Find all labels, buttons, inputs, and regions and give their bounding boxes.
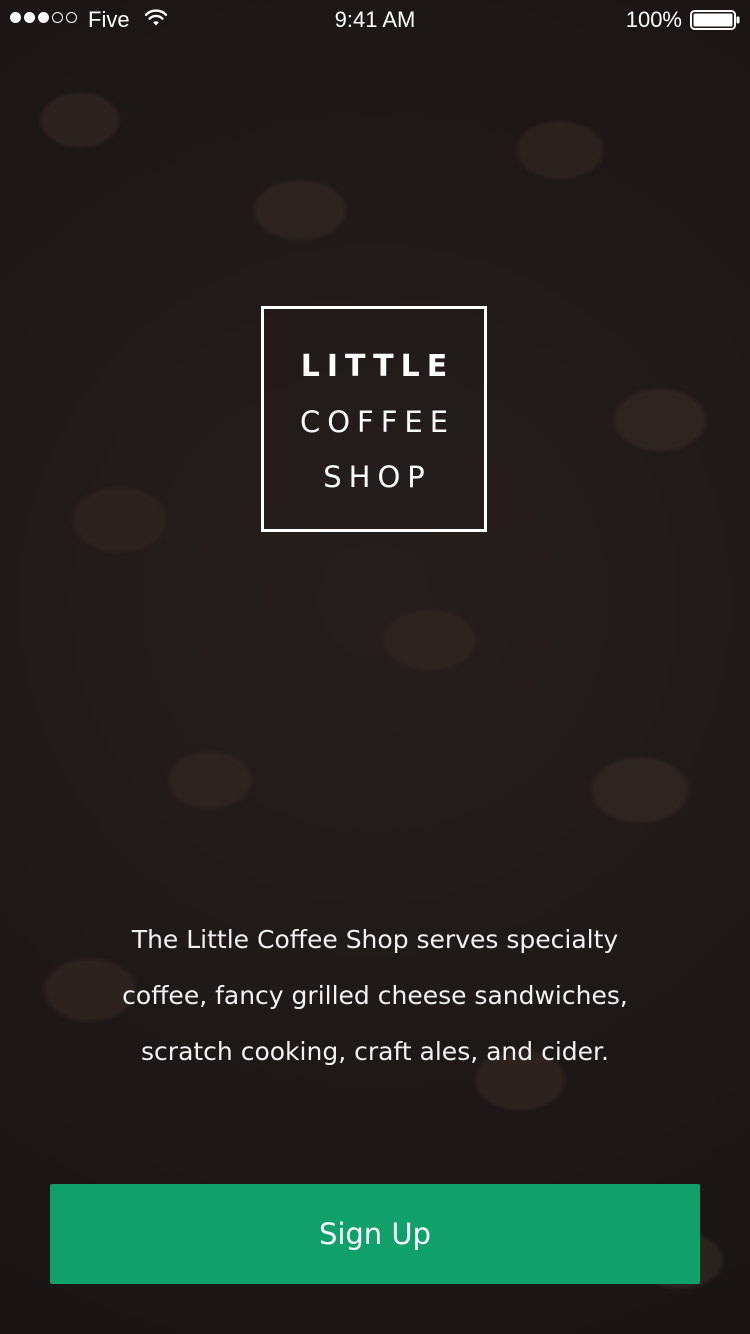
sign-up-button[interactable]: Sign Up	[50, 1184, 700, 1284]
battery-percentage: 100%	[625, 7, 682, 32]
logo: LITTLE COFFEE SHOP	[261, 306, 487, 532]
description-line-2: coffee, fancy grilled cheese sandwiches,	[122, 981, 628, 1010]
description-line-3: scratch cooking, craft ales, and cider.	[141, 1037, 609, 1066]
battery-icon	[690, 10, 740, 30]
welcome-screen: Five 9:41 AM 100% LITTLE COFFEE SHOP The…	[0, 0, 750, 1334]
background-overlay	[0, 0, 750, 1334]
status-bar: Five 9:41 AM 100%	[0, 0, 750, 40]
description-line-1: The Little Coffee Shop serves specialty	[131, 925, 619, 954]
shop-description: The Little Coffee Shop serves specialty …	[75, 912, 675, 1080]
logo-line-little: LITTLE	[300, 349, 455, 384]
logo-line-coffee: COFFEE	[299, 405, 456, 439]
logo-line-shop: SHOP	[323, 460, 432, 494]
